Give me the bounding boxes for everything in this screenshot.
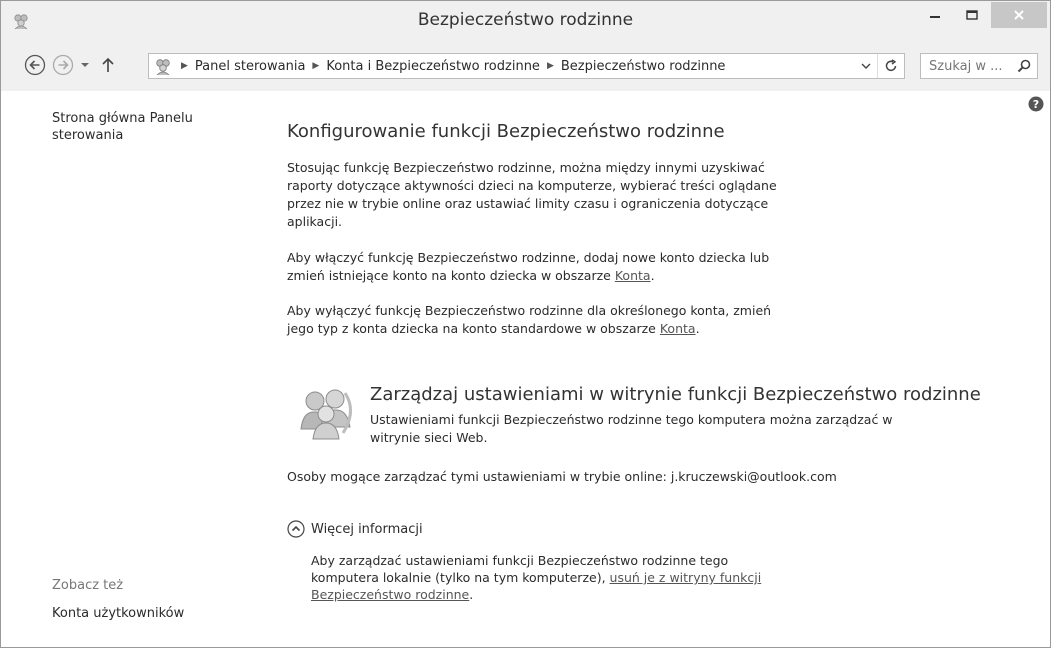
breadcrumb-separator-icon: ▶: [546, 61, 554, 71]
chevron-up-circle-icon[interactable]: [287, 520, 305, 538]
search-placeholder: Szukaj w ...: [929, 58, 1003, 74]
accounts-link[interactable]: Konta: [615, 268, 651, 283]
control-panel-icon: [156, 59, 170, 76]
minimize-icon: [930, 16, 940, 18]
sidebar-item-user-accounts[interactable]: Konta użytkowników: [52, 606, 184, 621]
accounts-link[interactable]: Konta: [660, 321, 696, 336]
see-also-label: Zobacz też: [52, 578, 124, 593]
close-icon: [1014, 10, 1024, 20]
more-info-punct: .: [469, 587, 474, 602]
more-info-toggle[interactable]: Więcej informacji: [287, 520, 423, 538]
breadcrumb-control-panel[interactable]: Panel sterowania: [195, 59, 306, 74]
window-title: Bezpieczeństwo rodzinne: [417, 10, 634, 30]
disable-punct: .: [695, 321, 700, 336]
disable-instructions: Aby wyłączyć funkcję Bezpieczeństwo rodz…: [287, 302, 797, 338]
address-dropdown-button[interactable]: [855, 54, 877, 78]
refresh-icon: [885, 59, 897, 72]
forward-arrow-icon: [52, 54, 74, 76]
help-icon[interactable]: ?: [1028, 96, 1044, 112]
online-managers-label: Osoby mogące zarządzać tymi ustawieniami…: [287, 469, 667, 484]
breadcrumb-separator-icon: ▶: [312, 61, 320, 71]
more-info-label: Więcej informacji: [311, 521, 423, 537]
up-button[interactable]: [98, 53, 118, 77]
search-input[interactable]: Szukaj w ...: [920, 53, 1038, 79]
sidebar-home-link[interactable]: Strona główna Panelu sterowania: [52, 110, 222, 144]
breadcrumb-family-safety[interactable]: Bezpieczeństwo rodzinne: [561, 59, 726, 74]
online-managers-email: j.kruczewski@outlook.com: [670, 469, 837, 484]
enable-instructions: Aby włączyć funkcję Bezpieczeństwo rodzi…: [287, 249, 797, 285]
chevron-down-icon: [861, 63, 871, 69]
maximize-button[interactable]: [953, 2, 991, 28]
title-bar[interactable]: Bezpieczeństwo rodzinne: [1, 1, 1050, 41]
refresh-button[interactable]: [877, 54, 904, 78]
minimize-button[interactable]: [917, 2, 953, 28]
intro-text: Stosując funkcję Bezpieczeństwo rodzinne…: [287, 160, 777, 229]
back-arrow-icon: [24, 54, 46, 76]
manage-online-link[interactable]: Zarządzaj ustawieniami w witrynie funkcj…: [370, 384, 981, 405]
manage-description: Ustawieniami funkcji Bezpieczeństwo rodz…: [370, 412, 893, 445]
chevron-down-icon: [81, 63, 89, 67]
search-icon[interactable]: [1017, 59, 1031, 73]
maximize-icon: [966, 10, 978, 20]
more-info-text: Aby zarządzać ustawieniami funkcji Bezpi…: [311, 552, 791, 603]
page-title: Konfigurowanie funkcji Bezpieczeństwo ro…: [287, 121, 725, 142]
enable-text: Aby włączyć funkcję Bezpieczeństwo rodzi…: [287, 250, 770, 283]
address-bar[interactable]: ▶ Panel sterowania ▶ Konta i Bezpieczeńs…: [148, 53, 905, 79]
back-button[interactable]: [23, 53, 47, 77]
forward-button[interactable]: [51, 53, 75, 77]
up-arrow-icon: [102, 57, 114, 72]
window: Bezpieczeństwo rodzinne ▶ Panel sterowan…: [0, 0, 1051, 648]
navigation-bar: ▶ Panel sterowania ▶ Konta i Bezpieczeńs…: [1, 41, 1050, 91]
breadcrumb-accounts[interactable]: Konta i Bezpieczeństwo rodzinne: [326, 59, 540, 74]
users-group-icon: [300, 389, 352, 440]
close-button[interactable]: [991, 2, 1047, 28]
enable-punct: .: [650, 268, 655, 283]
breadcrumb-separator-icon: ▶: [181, 61, 188, 71]
online-managers: Osoby mogące zarządzać tymi ustawieniami…: [287, 469, 837, 484]
recent-locations-button[interactable]: [77, 53, 93, 77]
svg-text:?: ?: [1033, 98, 1039, 111]
content-pane: ? Strona główna Panelu sterowania Zobacz…: [1, 91, 1050, 647]
